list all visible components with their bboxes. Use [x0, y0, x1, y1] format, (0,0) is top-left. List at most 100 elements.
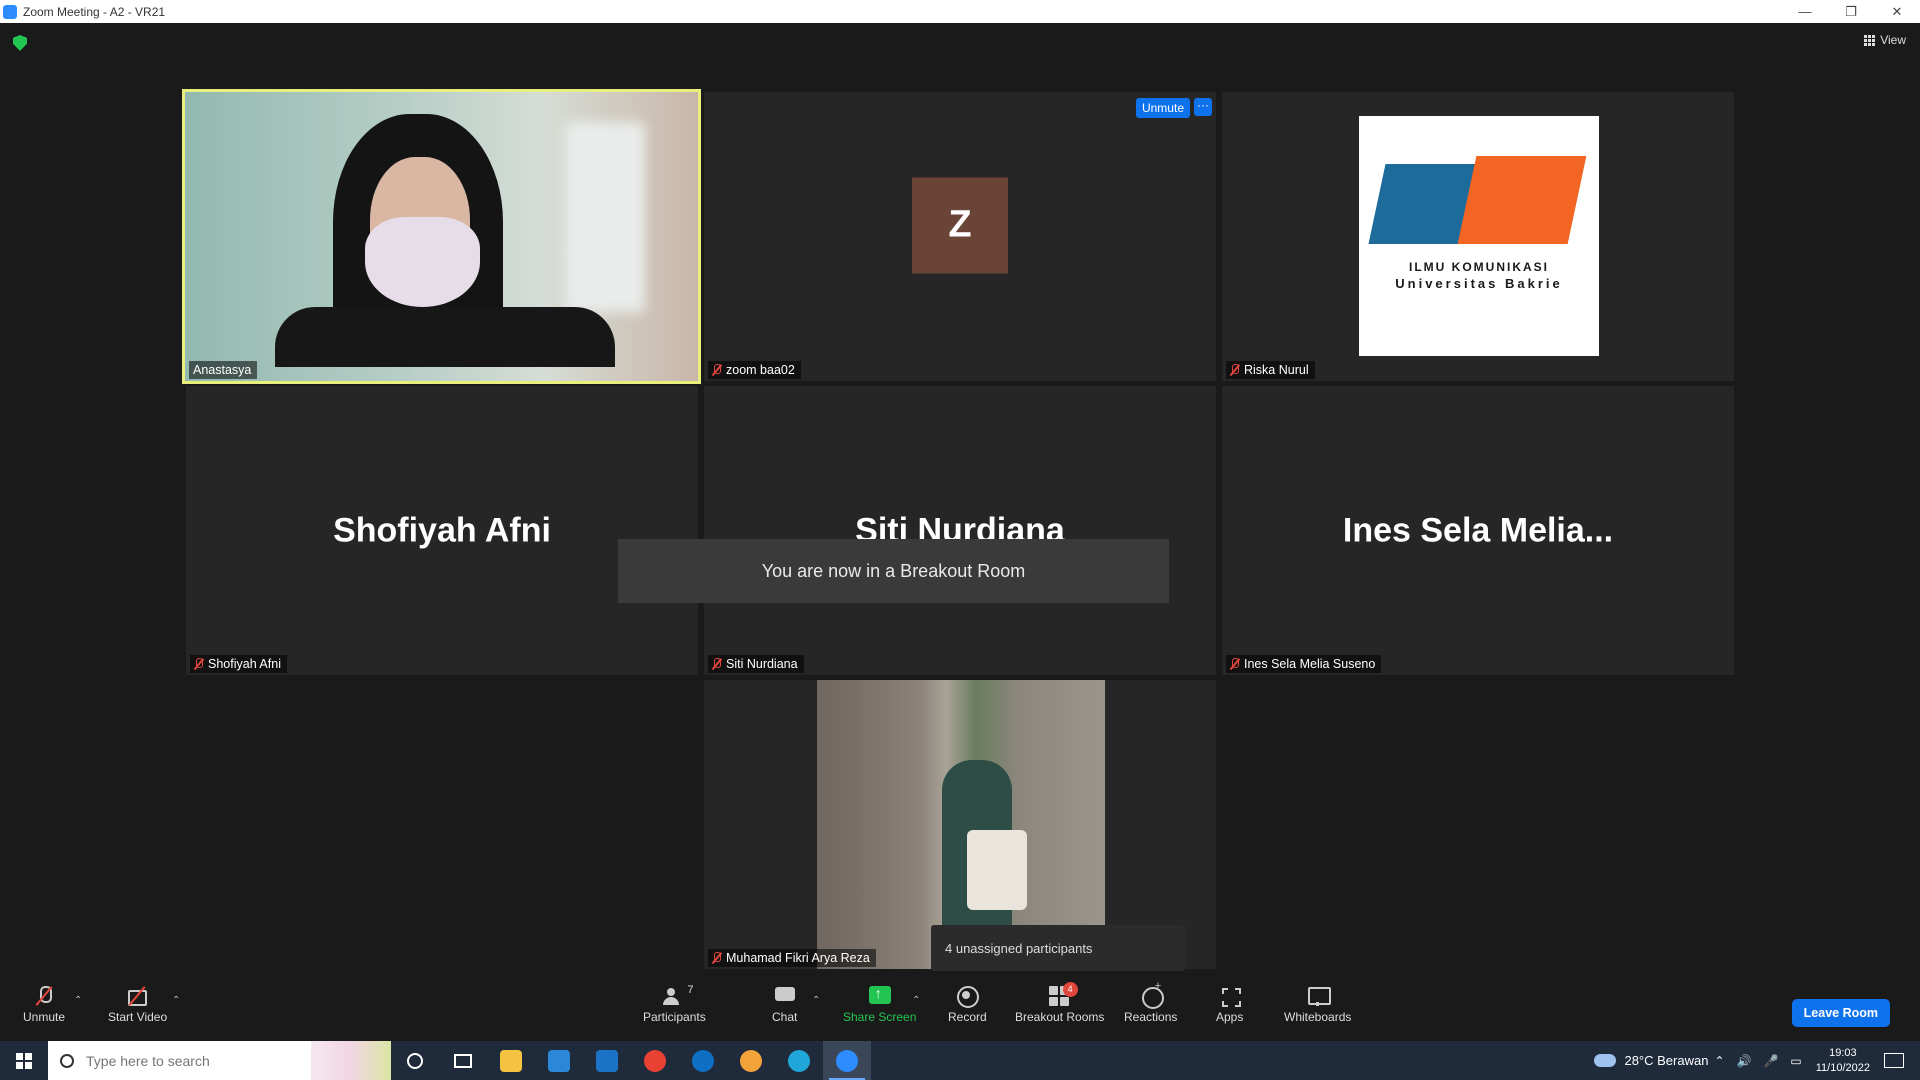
participants-icon: 7	[663, 984, 693, 1006]
participant-name: Riska Nurul	[1244, 363, 1309, 377]
participant-name-tag: Riska Nurul	[1226, 361, 1315, 379]
participant-name: zoom baa02	[726, 363, 795, 377]
breakout-rooms-label: Breakout Rooms	[1015, 1010, 1105, 1024]
window-titlebar: Zoom Meeting - A2 - VR21 — ❐ ✕	[0, 0, 1920, 23]
whiteboards-label: Whiteboards	[1284, 1010, 1352, 1024]
network-icon[interactable]: ▭	[1790, 1054, 1801, 1068]
participant-name: Ines Sela Melia Suseno	[1244, 657, 1376, 671]
file-explorer-icon[interactable]	[487, 1041, 535, 1080]
participant-name-tag: Shofiyah Afni	[190, 655, 287, 673]
participants-button[interactable]: 7 Participants	[643, 984, 706, 1024]
minimize-button[interactable]: —	[1782, 0, 1828, 23]
video-tile-zoom-baa02[interactable]: Z Unmute ··· zoom baa02	[704, 92, 1216, 381]
video-tile-siti-nurdiana[interactable]: Siti Nurdiana Siti Nurdiana	[704, 386, 1216, 675]
share-screen-icon	[868, 985, 891, 1006]
record-icon	[956, 986, 980, 1008]
edge-icon[interactable]	[775, 1041, 823, 1080]
apps-icon	[1219, 986, 1241, 1007]
unassigned-participants-tooltip: 4 unassigned participants	[931, 925, 1185, 971]
reactions-button[interactable]: Reactions	[1124, 980, 1178, 1024]
participant-name-tag: zoom baa02	[708, 361, 801, 379]
breakout-rooms-button[interactable]: 4 Breakout Rooms	[1015, 982, 1105, 1024]
mic-muted-icon	[194, 658, 204, 670]
start-video-button[interactable]: Start Video	[108, 986, 167, 1024]
reactions-label: Reactions	[1124, 1010, 1178, 1024]
logo-text-line1: ILMU KOMUNIKASI	[1409, 260, 1549, 274]
video-tile-shofiyah-afni[interactable]: Shofiyah Afni Shofiyah Afni	[186, 386, 698, 675]
mic-muted-icon	[1230, 364, 1240, 376]
unmute-button[interactable]: Unmute	[23, 986, 65, 1024]
chat-icon	[774, 986, 796, 1006]
chat-button[interactable]: Chat	[772, 986, 797, 1024]
unmute-label: Unmute	[23, 1010, 66, 1024]
windows-start-icon[interactable]	[0, 1041, 48, 1080]
video-tile-ines-sela-melia-suseno[interactable]: Ines Sela Melia... Ines Sela Melia Susen…	[1222, 386, 1734, 675]
microsoft-store-icon[interactable]	[535, 1041, 583, 1080]
zoom-taskbar-icon[interactable]	[823, 1041, 871, 1080]
cortana-icon[interactable]	[391, 1041, 439, 1080]
mic-muted-icon	[712, 658, 722, 670]
more-options-button[interactable]: ···	[1194, 98, 1212, 116]
apps-label: Apps	[1216, 1010, 1244, 1024]
notifications-icon[interactable]	[1884, 1053, 1904, 1068]
reactions-icon	[1140, 980, 1164, 1009]
mic-muted-icon	[712, 364, 722, 376]
whiteboards-button[interactable]: Whiteboards	[1284, 986, 1351, 1024]
video-options-caret-icon[interactable]: ⌃	[172, 995, 180, 1006]
clock-date: 11/10/2022	[1815, 1061, 1870, 1074]
mic-muted-icon	[1230, 658, 1240, 670]
breakout-rooms-icon: 4	[1048, 982, 1078, 1006]
video-tile-anastasya[interactable]: Anastasya	[182, 89, 701, 384]
grid-icon	[1864, 34, 1876, 46]
search-icon	[60, 1053, 74, 1068]
audio-options-caret-icon[interactable]: ⌃	[74, 995, 82, 1006]
participant-name-tag: Muhamad Fikri Arya Reza	[708, 949, 876, 967]
participant-name-tag: Ines Sela Melia Suseno	[1226, 655, 1382, 673]
participant-name-tag: Siti Nurdiana	[708, 655, 804, 673]
apps-button[interactable]: Apps	[1216, 986, 1243, 1024]
profile-picture-logo: ILMU KOMUNIKASI Universitas Bakrie	[1359, 116, 1599, 356]
ask-unmute-button[interactable]: Unmute	[1135, 98, 1190, 118]
mail-icon[interactable]	[583, 1041, 631, 1080]
start-video-label: Start Video	[108, 1010, 168, 1024]
taskbar-search-box[interactable]	[48, 1041, 391, 1080]
chrome-profile-icon[interactable]	[727, 1041, 775, 1080]
chrome-icon[interactable]	[631, 1041, 679, 1080]
chat-options-caret-icon[interactable]: ⌃	[812, 995, 820, 1006]
breakout-rooms-badge: 4	[1062, 982, 1078, 997]
restore-button[interactable]: ❐	[1828, 0, 1874, 23]
record-label: Record	[948, 1010, 987, 1024]
view-label: View	[1880, 33, 1906, 47]
security-shield-icon[interactable]	[13, 35, 27, 51]
close-button[interactable]: ✕	[1874, 0, 1920, 23]
speaker-icon[interactable]: 🔊	[1737, 1054, 1752, 1068]
share-screen-label: Share Screen	[843, 1010, 917, 1024]
microphone-muted-icon	[33, 986, 55, 1006]
record-button[interactable]: Record	[948, 986, 987, 1024]
meeting-area: View Anastasya Z Unmute ··· zoom baa02 I…	[0, 23, 1920, 980]
teamviewer-icon[interactable]	[679, 1041, 727, 1080]
microphone-icon[interactable]: 🎤	[1763, 1054, 1778, 1068]
logo-text-line2: Universitas Bakrie	[1395, 276, 1563, 291]
participants-label: Participants	[643, 1010, 706, 1024]
zoom-app-icon	[3, 4, 17, 19]
clock-time: 19:03	[1829, 1046, 1857, 1059]
weather-text[interactable]: 28°C Berawan	[1624, 1053, 1708, 1068]
share-screen-button[interactable]: Share Screen	[843, 985, 917, 1024]
weather-cloud-icon	[1594, 1054, 1617, 1067]
share-options-caret-icon[interactable]: ⌃	[912, 995, 920, 1006]
participants-count: 7	[687, 984, 694, 996]
video-tile-riska-nurul[interactable]: ILMU KOMUNIKASI Universitas Bakrie Riska…	[1222, 92, 1734, 381]
show-hidden-icons-icon[interactable]: ⌃	[1714, 1054, 1724, 1068]
search-input[interactable]	[86, 1052, 286, 1069]
leave-room-button[interactable]: Leave Room	[1791, 999, 1890, 1027]
window-title: Zoom Meeting - A2 - VR21	[23, 4, 166, 19]
mic-muted-icon	[712, 952, 722, 964]
avatar: Z	[912, 176, 1008, 273]
taskbar-clock[interactable]: 19:03 11/10/2022	[1816, 1046, 1870, 1076]
view-button[interactable]: View	[1864, 33, 1906, 47]
participant-name: Shofiyah Afni	[208, 657, 281, 671]
participant-name: Muhamad Fikri Arya Reza	[726, 951, 870, 965]
task-view-icon[interactable]	[439, 1041, 487, 1080]
logo-m-shape	[1457, 156, 1587, 244]
